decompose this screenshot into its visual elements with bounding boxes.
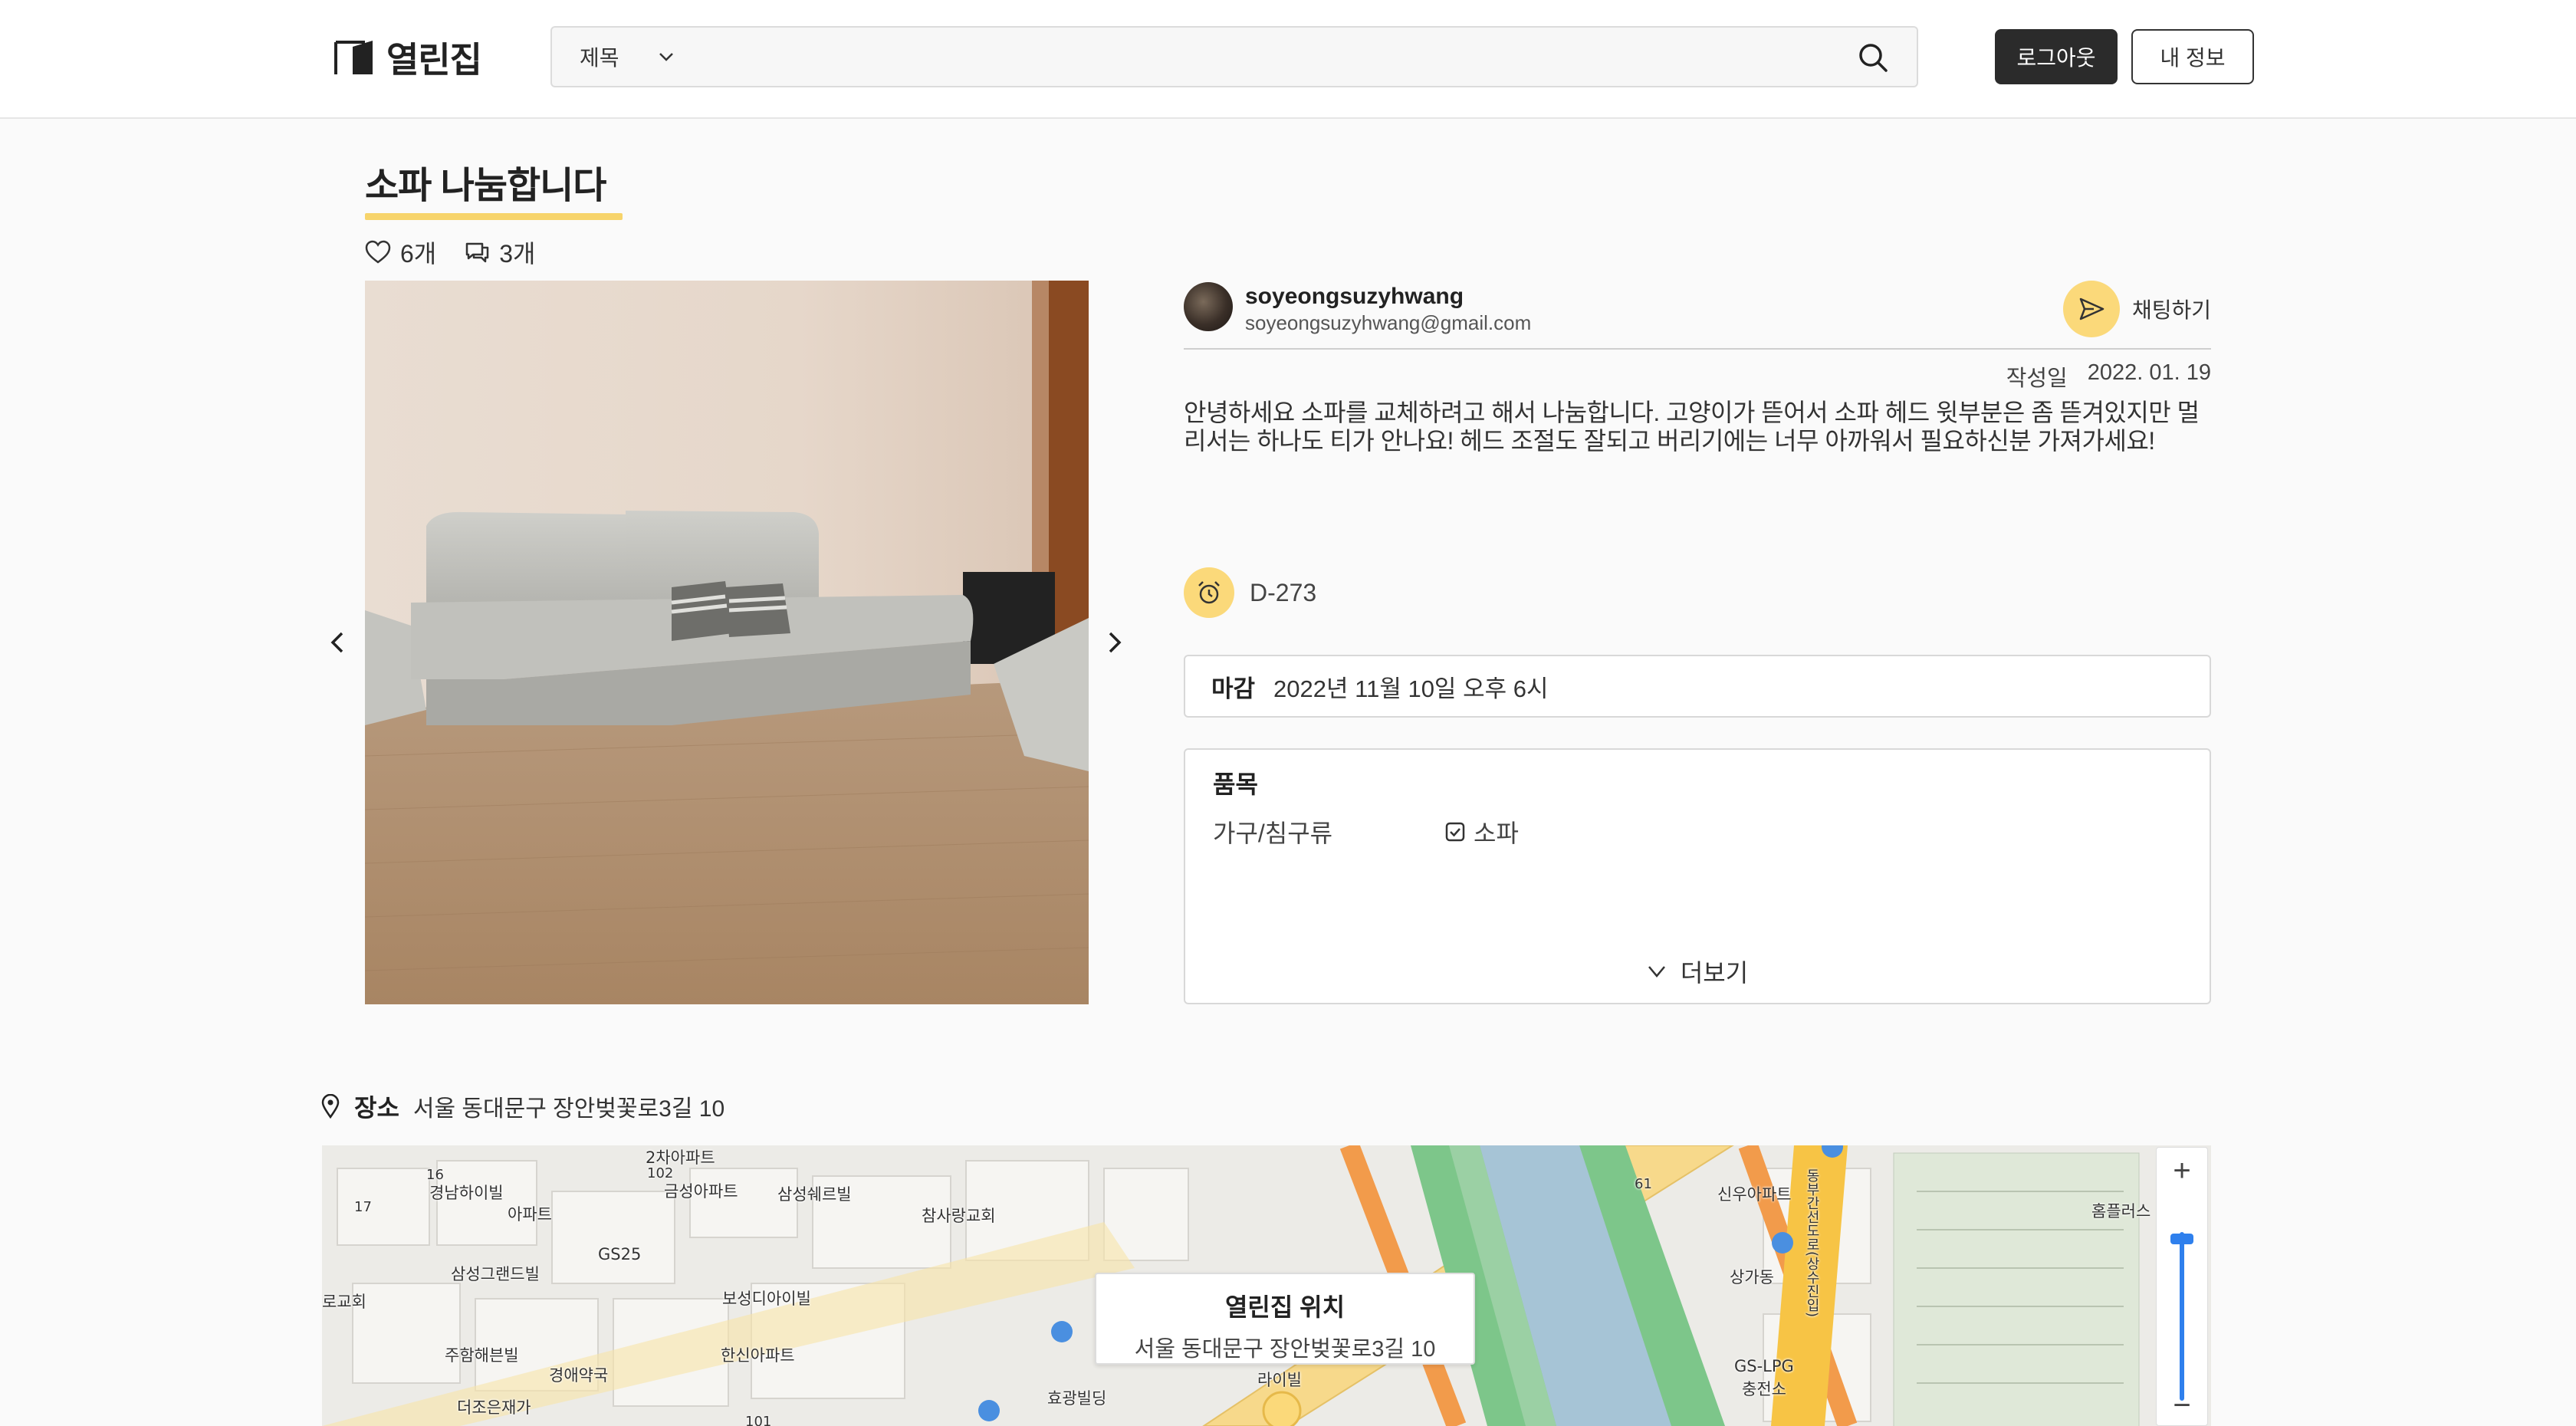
map-label: 충전소 [1742, 1380, 1786, 1398]
map-label: 금성아파트 [664, 1182, 738, 1201]
my-info-button[interactable]: 내 정보 [2131, 29, 2254, 84]
search-icon[interactable] [1857, 41, 1889, 74]
map-label: 라이빌 [1257, 1371, 1302, 1389]
map-label: 17 [354, 1199, 372, 1215]
location-label: 장소 [354, 1094, 399, 1122]
zoom-out-button[interactable]: − [2157, 1382, 2207, 1426]
more-label: 더보기 [1680, 959, 1749, 987]
map-zoom-control: + − [2156, 1147, 2208, 1426]
map-label: 101 [745, 1414, 772, 1426]
chevron-down-icon [1648, 966, 1665, 978]
chat-button-label: 채팅하기 [2131, 298, 2211, 322]
comment-count[interactable]: 3개 [462, 235, 536, 270]
map-label: 주함해븐빌 [445, 1346, 519, 1365]
post-title: 소파 나눔합니다 [365, 166, 606, 206]
map-location-popup: 열린집 위치 서울 동대문구 장안벚꽃로3길 10 [1095, 1273, 1475, 1365]
location-address: 서울 동대문구 장안벚꽃로3길 10 [412, 1096, 725, 1122]
logo-text: 열린집 [386, 40, 482, 80]
post-description: 안녕하세요 소파를 교체하려고 해서 나눔합니다. 고양이가 뜯어서 소파 헤드… [1184, 399, 2200, 455]
author-info: soyeongsuzyhwang soyeongsuzyhwang@gmail.… [1184, 281, 2211, 350]
chat-button-circle [2062, 281, 2120, 337]
zoom-slider-handle[interactable] [2170, 1234, 2193, 1244]
deadline-label: 마감 [1211, 675, 1256, 702]
items-title: 품목 [1213, 770, 1258, 798]
logo[interactable]: 열린집 [333, 32, 482, 83]
checkbox-checked-icon [1445, 822, 1465, 842]
map-label: 한신아파트 [721, 1346, 795, 1365]
dday-circle [1184, 567, 1234, 618]
map-label: 102 [647, 1165, 674, 1181]
deadline-box: 마감 2022년 11월 10일 오후 6시 [1184, 655, 2211, 718]
chevron-left-icon[interactable] [320, 626, 354, 659]
item-checkbox[interactable]: 소파 [1444, 814, 1519, 849]
map-pin-icon [321, 1094, 340, 1119]
author-email: soyeongsuzyhwang@gmail.com [1245, 311, 1532, 334]
map-label: 더조은재가 [457, 1398, 531, 1417]
door-logo-icon [333, 38, 377, 77]
map-label: 삼성쉐르빌 [777, 1185, 852, 1204]
created-date: 작성일 2022. 01. 19 [1993, 360, 2211, 393]
popup-address: 서울 동대문구 장안벚꽃로3길 10 [1134, 1337, 1436, 1362]
more-button[interactable]: 더보기 [1185, 954, 2210, 989]
send-icon [2079, 297, 2104, 320]
comment-count-value: 3개 [499, 240, 536, 268]
post-photo [365, 281, 1089, 1004]
dday-value: D-273 [1250, 578, 1317, 606]
map-label: 아파트 [508, 1205, 552, 1224]
created-date-label: 작성일 [2006, 366, 2068, 391]
map-label: 보성디아이빌 [722, 1290, 811, 1308]
title-underline [365, 213, 623, 220]
map-label: 신우아파트 [1717, 1185, 1792, 1204]
dday-indicator: D-273 [1184, 567, 1316, 618]
like-count-value: 6개 [400, 240, 437, 268]
search-type-value: 제목 [580, 46, 619, 70]
deadline-value: 2022년 11월 10일 오후 6시 [1273, 675, 1549, 702]
header: 열린집 제목 로그아웃 내 정보 [0, 0, 2576, 119]
avatar[interactable] [1184, 282, 1233, 331]
map-label: 동부간선도로(상수진입) [1804, 1168, 1820, 1318]
map-label: 효광빌딩 [1047, 1389, 1107, 1408]
reaction-counts: 6개 3개 [363, 235, 536, 270]
items-category: 가구/침구류 [1213, 820, 1333, 847]
item-checkbox-label: 소파 [1474, 820, 1519, 847]
map-label: 로교회 [322, 1293, 366, 1311]
map-label: 경애약국 [549, 1366, 609, 1385]
map-label: 16 [426, 1167, 444, 1183]
zoom-in-button[interactable]: + [2157, 1148, 2207, 1194]
chevron-down-icon [659, 53, 673, 61]
map-label: 삼성그랜드빌 [451, 1265, 540, 1283]
zoom-slider-track[interactable] [2180, 1232, 2184, 1401]
speech-bubbles-icon [466, 242, 489, 263]
map-label: 경남하이빌 [429, 1184, 504, 1202]
heart-icon [365, 240, 391, 264]
map-label: GS-LPG [1734, 1357, 1794, 1375]
page: 열린집 제목 로그아웃 내 정보 소파 나눔합니다 6개 3개 soyeongs… [0, 0, 2576, 1426]
map-label: 61 [1635, 1176, 1652, 1192]
logout-button[interactable]: 로그아웃 [1995, 29, 2118, 84]
alarm-clock-icon [1198, 581, 1220, 604]
items-box: 품목 가구/침구류 소파 더보기 [1184, 748, 2211, 1004]
like-count[interactable]: 6개 [363, 235, 436, 270]
search-bar: 제목 [550, 26, 1918, 87]
map-label: GS25 [598, 1245, 642, 1263]
map-label: 참사랑교회 [922, 1207, 996, 1225]
created-date-value: 2022. 01. 19 [2087, 360, 2211, 385]
map-label: 상가동 [1730, 1268, 1774, 1286]
popup-title: 열린집 위치 [1224, 1293, 1346, 1321]
author-name[interactable]: soyeongsuzyhwang [1245, 284, 1464, 310]
search-input[interactable] [705, 35, 1840, 78]
map-label: 홈플러스 [2091, 1202, 2151, 1221]
chat-button[interactable]: 채팅하기 [2062, 281, 2211, 337]
search-type-select[interactable]: 제목 [580, 28, 675, 86]
location-row: 장소 서울 동대문구 장안벚꽃로3길 10 [320, 1089, 724, 1124]
location-map[interactable]: 2차아파트 경남하이빌 아파트 금성아파트 삼성쉐르빌 참사랑교회 GS25 삼… [322, 1145, 2211, 1426]
chevron-right-icon[interactable] [1098, 626, 1132, 659]
